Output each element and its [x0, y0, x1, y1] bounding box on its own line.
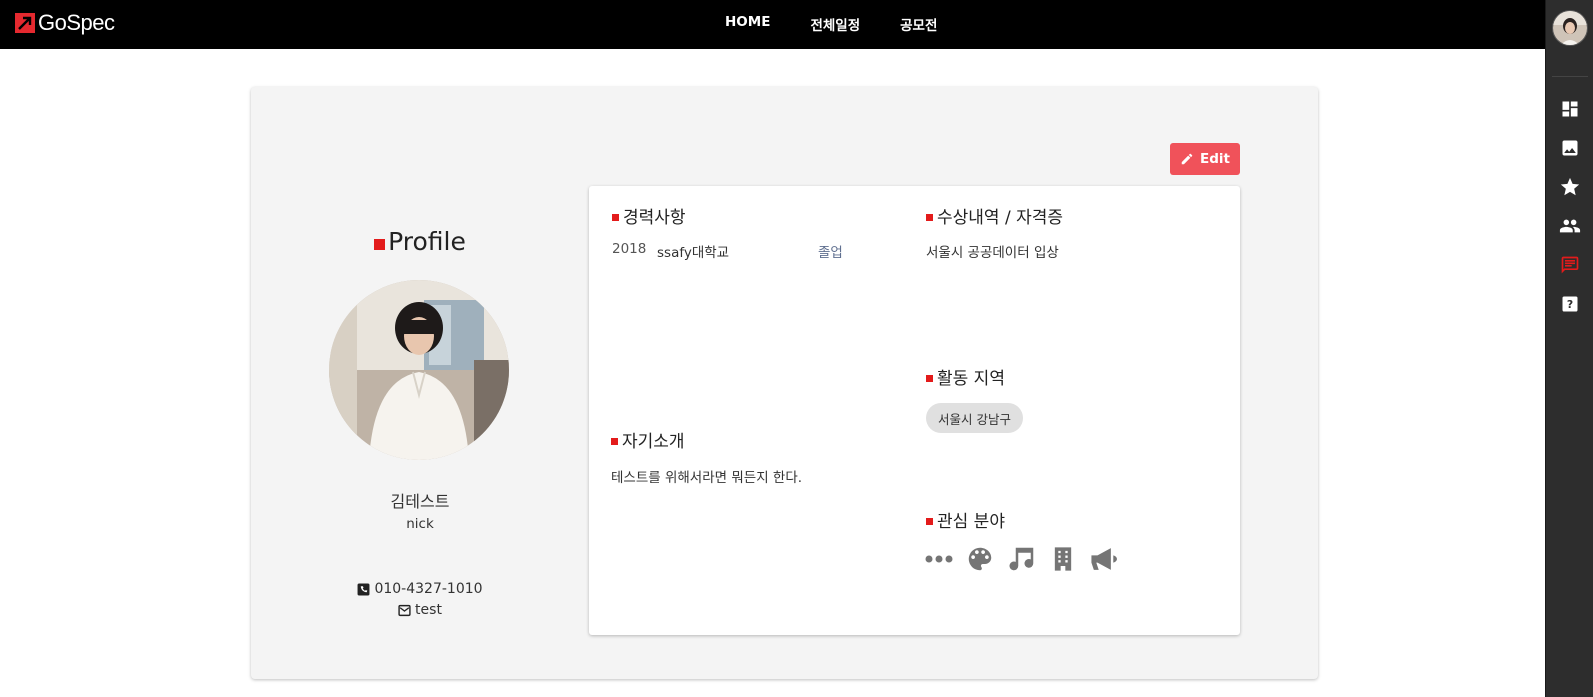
nav-home[interactable]: HOME: [725, 14, 770, 34]
image-icon[interactable]: [1558, 136, 1582, 160]
interest-icons: [925, 544, 1123, 574]
chat-icon[interactable]: [1558, 253, 1582, 277]
pencil-icon: [1181, 153, 1193, 165]
profile-title-text: Profile: [388, 227, 466, 256]
profile-phone: 010-4327-1010: [251, 581, 589, 597]
section-marker: [611, 438, 618, 445]
edit-button-label: Edit: [1200, 151, 1230, 167]
section-marker: [374, 239, 386, 250]
svg-text:?: ?: [1567, 298, 1573, 311]
nav-schedule[interactable]: 전체일정: [810, 14, 860, 34]
profile-heading: Profile: [251, 227, 589, 256]
profile-column: Profile 김테스트 nick 010-4327-1010 test: [251, 87, 589, 679]
main-nav: HOME 전체일정 공모전: [725, 14, 977, 34]
edit-button[interactable]: Edit: [1170, 143, 1240, 175]
right-sidebar: ?: [1545, 0, 1593, 697]
dashboard-icon[interactable]: [1558, 97, 1582, 121]
region-chip: 서울시 강남구: [926, 403, 1023, 433]
top-navbar: GoSpec HOME 전체일정 공모전: [0, 0, 1545, 49]
region-heading: 활동 지역: [926, 364, 1005, 389]
career-status: 졸업: [818, 245, 843, 261]
career-school: ssafy대학교: [657, 245, 730, 261]
section-marker: [926, 518, 933, 525]
section-marker: [926, 214, 933, 221]
career-title: 경력사항: [623, 208, 686, 228]
profile-nick: nick: [406, 516, 434, 532]
megaphone-icon: [1091, 548, 1117, 570]
awards-title: 수상내역 / 자격증: [937, 208, 1064, 228]
award-item: 서울시 공공데이터 입상: [926, 245, 1059, 261]
region-title: 활동 지역: [937, 369, 1005, 389]
details-panel: 경력사항 2018 ssafy대학교 졸업 수상내역 / 자격증 서울시 공공데…: [589, 186, 1240, 635]
email-address: test: [415, 602, 442, 618]
profile-name: 김테스트: [390, 492, 450, 511]
music-note-icon: [1009, 547, 1034, 571]
logo[interactable]: GoSpec: [15, 10, 115, 36]
star-icon[interactable]: [1558, 175, 1582, 199]
help-icon[interactable]: ?: [1558, 292, 1582, 316]
building-icon: [1054, 547, 1072, 571]
interests-heading: 관심 분야: [926, 507, 1005, 532]
palette-icon: [968, 547, 992, 571]
section-marker: [926, 375, 933, 382]
mail-icon: [398, 604, 411, 616]
profile-email: test: [251, 602, 589, 618]
profile-photo: [329, 280, 509, 460]
more-icon: [925, 555, 953, 563]
career-heading: 경력사항: [612, 203, 686, 228]
phone-icon: [357, 583, 370, 595]
section-marker: [612, 214, 619, 221]
phone-number: 010-4327-1010: [374, 581, 483, 597]
career-year: 2018: [612, 241, 647, 257]
user-avatar[interactable]: [1552, 10, 1588, 46]
interests-title: 관심 분야: [937, 512, 1005, 532]
logo-text: GoSpec: [38, 10, 115, 35]
intro-heading: 자기소개: [611, 427, 685, 452]
intro-text: 테스트를 위해서라면 뭐든지 한다.: [611, 470, 803, 486]
people-icon[interactable]: [1558, 214, 1582, 238]
sidebar-divider: [1552, 76, 1588, 77]
intro-title: 자기소개: [622, 432, 685, 452]
awards-heading: 수상내역 / 자격증: [926, 203, 1063, 228]
logo-arrow-icon: [15, 13, 35, 33]
nav-contest[interactable]: 공모전: [900, 14, 937, 34]
